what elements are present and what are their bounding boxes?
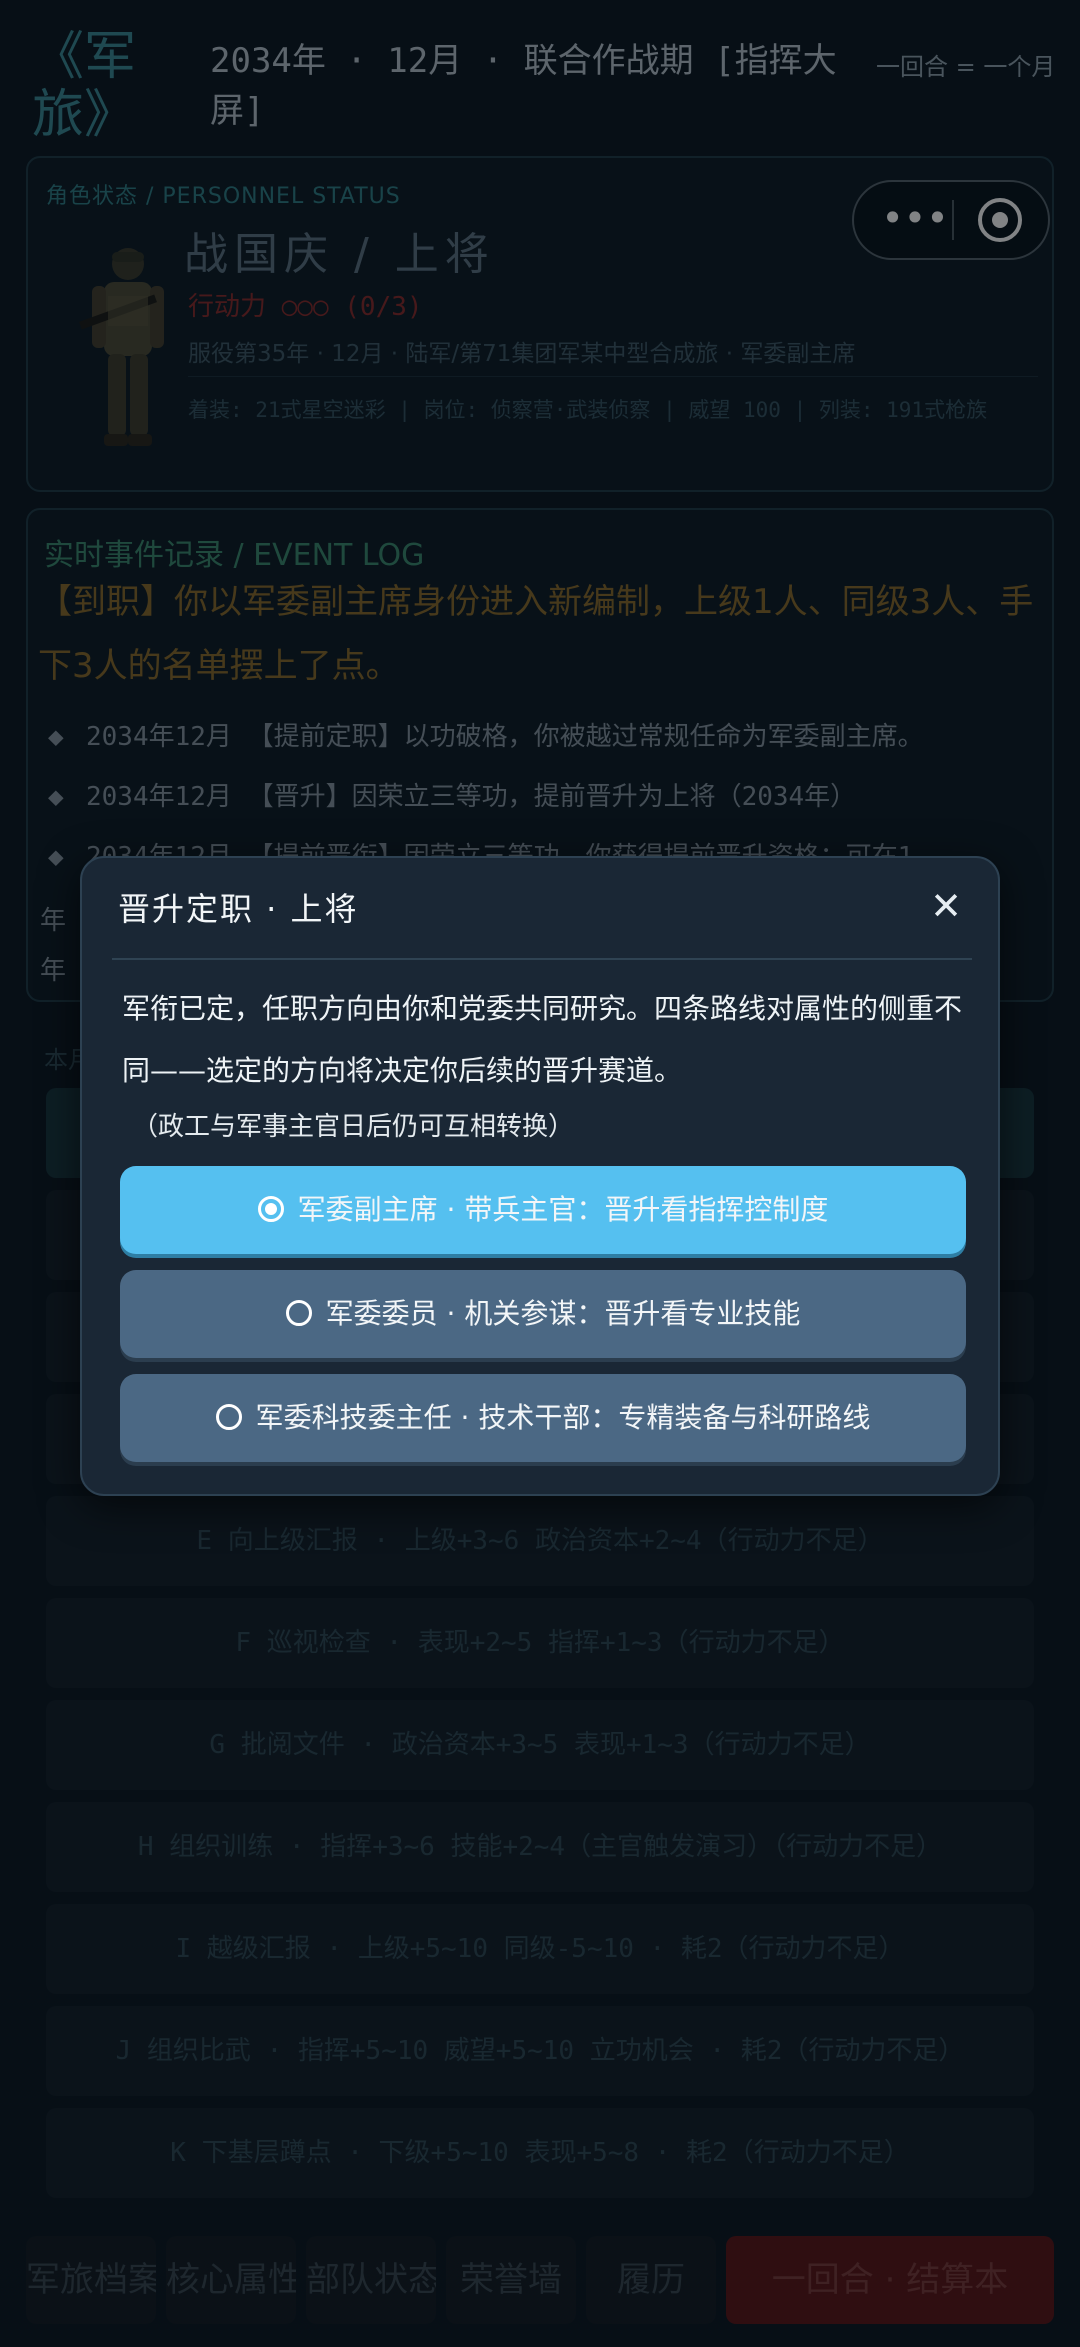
dialog-title: 晋升定职 · 上将 bbox=[118, 890, 359, 928]
dialog-divider bbox=[112, 958, 972, 960]
radio-icon bbox=[285, 1300, 312, 1326]
option-label: 军委科技委主任 · 技术干部：专精装备与科研路线 bbox=[255, 1401, 871, 1434]
close-icon[interactable]: ✕ bbox=[924, 884, 968, 928]
dialog-body: 军衔已定，任职方向由你和党委共同研究。四条路线对属性的侧重不同——选定的方向将决… bbox=[122, 992, 963, 1087]
promotion-dialog: 晋升定职 · 上将 ✕ 军衔已定，任职方向由你和党委共同研究。四条路线对属性的侧… bbox=[80, 856, 1000, 1496]
option-vice-chairman[interactable]: 军委副主席 · 带兵主官：晋升看指挥控制度 bbox=[120, 1166, 966, 1254]
radio-icon bbox=[215, 1404, 242, 1430]
dialog-note: （政工与军事主官日后仍可互相转换） bbox=[132, 1112, 575, 1142]
option-tech-director[interactable]: 军委科技委主任 · 技术干部：专精装备与科研路线 bbox=[120, 1374, 966, 1462]
option-label: 军委委员 · 机关参谋：晋升看专业技能 bbox=[325, 1297, 801, 1330]
game-screen: 《军旅》 2034年 · 12月 · 联合作战期 [指挥大屏] 一回合 = 一个… bbox=[0, 0, 1080, 2347]
radio-selected-icon bbox=[257, 1196, 284, 1222]
option-label: 军委副主席 · 带兵主官：晋升看指挥控制度 bbox=[297, 1193, 829, 1226]
option-commission-member[interactable]: 军委委员 · 机关参谋：晋升看专业技能 bbox=[120, 1270, 966, 1358]
